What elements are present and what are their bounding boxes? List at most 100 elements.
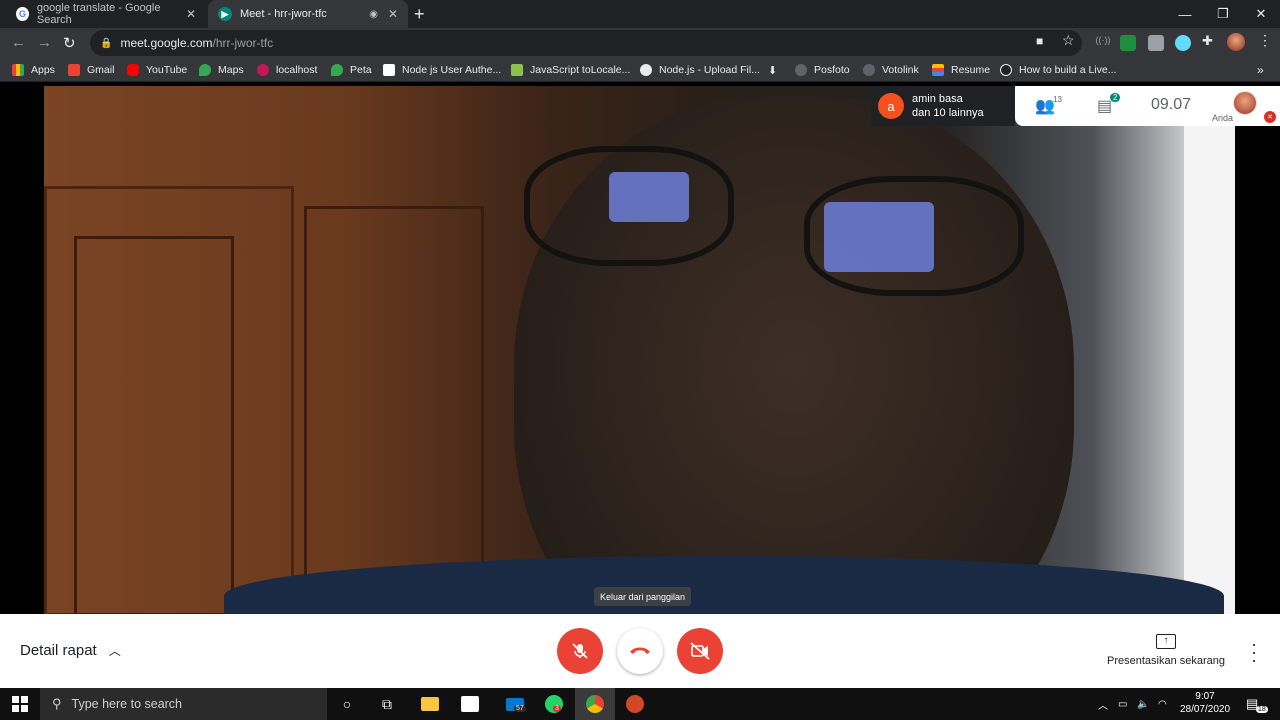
self-avatar[interactable] — [1233, 91, 1257, 115]
bookmark-label: Node.js - Upload Fil... — [659, 64, 760, 76]
extension-icon[interactable] — [1120, 35, 1136, 51]
bookmark-label: Peta — [350, 64, 372, 76]
microsoft-store-icon[interactable] — [450, 688, 490, 720]
bookmark-label: Gmail — [87, 64, 115, 76]
browser-tab-strip: G google translate - Google Search ✕ ▶ M… — [0, 0, 1280, 28]
mail-badge: 57 — [514, 705, 526, 712]
cortana-icon[interactable]: ○ — [327, 688, 367, 720]
page-icon — [383, 64, 395, 76]
back-icon[interactable]: ← — [11, 34, 26, 51]
resume-icon — [932, 64, 944, 76]
taskbar-search-box[interactable]: ⚲ Type here to search — [40, 688, 327, 720]
speaker-avatar: a — [878, 93, 904, 119]
angular-icon — [1000, 64, 1012, 76]
bookmark-label: Apps — [31, 64, 55, 76]
file-explorer-icon[interactable] — [410, 688, 450, 720]
close-window-icon[interactable]: ✕ — [1242, 0, 1280, 28]
extensions-puzzle-icon[interactable]: ✚ — [1202, 33, 1213, 49]
minimize-icon[interactable]: — — [1166, 0, 1204, 28]
address-bar[interactable]: 🔒 meet.google.com/hrr-jwor-tfc — [90, 30, 1082, 56]
reload-icon[interactable]: ↻ — [63, 34, 76, 52]
present-label: Presentasikan sekarang — [1106, 655, 1225, 667]
bookmark-resume[interactable]: Resume — [932, 58, 990, 82]
bookmark-star-icon[interactable]: ☆ — [1062, 32, 1075, 49]
react-devtools-icon[interactable] — [1175, 35, 1191, 51]
meet-stage: a amin basa dan 10 lainnya 👥 13 ▤ 2 09.0… — [0, 82, 1280, 614]
forward-icon[interactable]: → — [37, 34, 52, 51]
bookmark-youtube[interactable]: YouTube — [127, 58, 187, 82]
start-button[interactable] — [0, 688, 40, 720]
wifi-icon[interactable]: ◠ — [1158, 688, 1167, 720]
bookmark-peta[interactable]: Peta — [331, 58, 372, 82]
gmail-icon — [68, 64, 80, 76]
windows-logo-icon — [12, 696, 28, 712]
bookmark-live[interactable]: How to build a Live... — [1000, 58, 1116, 82]
tab-meet[interactable]: ▶ Meet - hrr-jwor-tfc ◉ ✕ — [208, 0, 408, 28]
mail-icon[interactable] — [495, 688, 535, 720]
glasses-glare — [824, 202, 934, 272]
new-tab-icon[interactable]: + — [414, 4, 425, 25]
show-hidden-icons[interactable]: ︿ — [1098, 688, 1108, 720]
bookmark-label: Maps — [218, 64, 244, 76]
chat-badge: 2 — [1110, 93, 1121, 102]
meet-info-panel: 👥 13 ▤ 2 09.07 Anda ✕ — [1015, 86, 1280, 126]
votolink-icon — [863, 64, 875, 76]
profile-avatar[interactable] — [1227, 33, 1245, 51]
battery-icon[interactable]: ▭ — [1118, 688, 1127, 720]
browser-menu-icon[interactable]: ⋮ — [1258, 32, 1272, 49]
taskbar-clock[interactable]: 9:07 28/07/2020 — [1176, 690, 1234, 716]
bookmark-localhost[interactable]: localhost — [257, 58, 317, 82]
task-view-icon[interactable]: ⧉ — [367, 688, 407, 720]
bookmark-apps[interactable]: Apps — [12, 58, 55, 82]
meeting-details-button[interactable]: Detail rapat ︿ — [20, 642, 121, 659]
camera-in-use-icon[interactable]: ■ — [1036, 34, 1043, 48]
glasses-glare — [609, 172, 689, 222]
people-icon[interactable]: 👥 — [1035, 96, 1055, 116]
bookmark-label: Resume — [951, 64, 991, 76]
meet-icon: ▶ — [218, 7, 232, 21]
powerpoint-icon[interactable] — [615, 688, 655, 720]
maximize-icon[interactable]: ❐ — [1204, 0, 1242, 28]
camera-toggle-button[interactable] — [677, 628, 723, 674]
more-bookmarks-icon[interactable]: » — [1257, 58, 1264, 82]
tab-google-search[interactable]: G google translate - Google Search ✕ — [6, 0, 206, 28]
google-g-icon: G — [16, 7, 29, 21]
bookmark-gmail[interactable]: Gmail — [68, 58, 114, 82]
clock-date: 28/07/2020 — [1179, 704, 1231, 715]
present-now-button[interactable]: ↑ Presentasikan sekarang — [1100, 634, 1232, 667]
participants-count: 13 — [1053, 95, 1062, 104]
bookmark-node-upload[interactable]: Node.js - Upload Fil... — [640, 58, 760, 82]
bookmark-js-tolocale[interactable]: JavaScript toLocale... — [511, 58, 630, 82]
youtube-icon — [127, 64, 139, 76]
bookmark-node-auth[interactable]: Node js User Authe... — [383, 58, 501, 82]
browser-toolbar: ← → ↻ 🔒 meet.google.com/hrr-jwor-tfc ■ ☆… — [0, 28, 1280, 58]
background-cabinet-door — [304, 206, 484, 614]
mic-toggle-button[interactable] — [557, 628, 603, 674]
active-speaker-card[interactable]: a amin basa dan 10 lainnya — [871, 86, 1015, 126]
whatsapp-icon[interactable] — [534, 688, 574, 720]
localhost-icon — [257, 64, 269, 76]
meeting-clock: 09.07 — [1151, 96, 1192, 113]
background-window — [1184, 126, 1235, 614]
bookmark-votolink[interactable]: Votolink — [863, 58, 919, 82]
leave-call-button[interactable] — [617, 628, 663, 674]
bookmark-label: YouTube — [146, 64, 188, 76]
meeting-details-label: Detail rapat — [20, 642, 97, 659]
bookmark-download[interactable]: ⬇ — [768, 58, 777, 82]
url-host: meet.google.com — [120, 36, 213, 50]
bookmark-posfoto[interactable]: Posfoto — [795, 58, 850, 82]
speaker-name: amin basa — [912, 93, 963, 105]
extension-icon[interactable]: ((·)) — [1095, 35, 1111, 51]
volume-icon[interactable]: 🔈 — [1137, 688, 1149, 720]
participant-video — [44, 86, 1235, 614]
self-label: Anda — [1212, 113, 1234, 123]
close-tab-icon[interactable]: ✕ — [186, 7, 196, 21]
posfoto-icon — [795, 64, 807, 76]
camera-extension-icon[interactable] — [1148, 35, 1164, 51]
more-options-icon[interactable]: · · · — [1248, 635, 1260, 669]
bookmark-maps[interactable]: Maps — [199, 58, 244, 82]
chrome-taskbar-icon[interactable] — [575, 688, 615, 720]
close-tab-icon[interactable]: ✕ — [388, 7, 398, 21]
maps-pin-icon — [331, 64, 343, 76]
notification-center-icon[interactable]: ▤ — [1246, 688, 1258, 720]
